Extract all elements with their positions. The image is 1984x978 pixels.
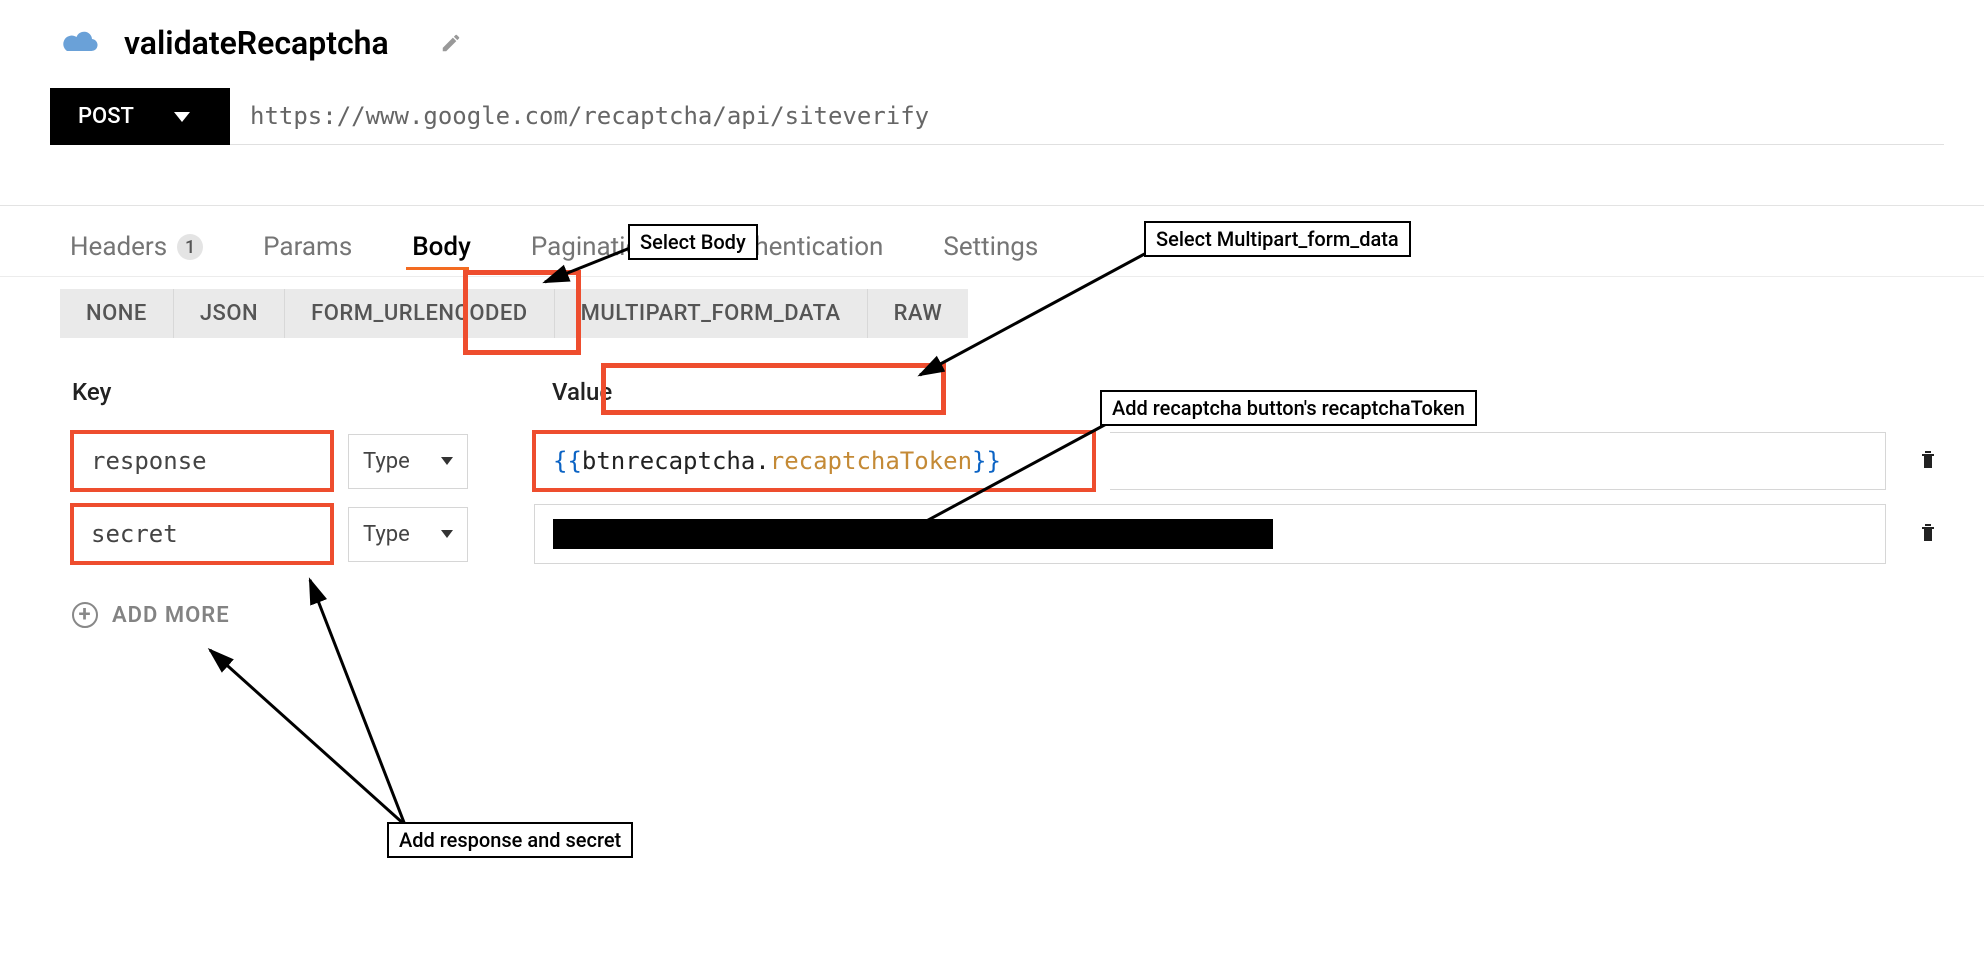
pencil-icon — [440, 32, 462, 54]
add-more-button[interactable]: + ADD MORE — [72, 602, 1944, 628]
binding-open: {{ — [553, 447, 582, 475]
annotation-add-keys: Add response and secret — [387, 822, 633, 858]
binding-property: recaptchaToken — [770, 447, 972, 475]
chevron-down-icon — [441, 530, 453, 538]
chevron-down-icon — [441, 457, 453, 465]
tabs-row: Headers 1 Params Body Pagination Authent… — [0, 206, 1984, 277]
body-type-json[interactable]: JSON — [174, 289, 285, 338]
delete-row-button[interactable] — [1916, 520, 1944, 548]
chevron-down-icon — [174, 112, 190, 122]
annotation-select-multipart: Select Multipart_form_data — [1144, 221, 1411, 257]
edit-title-button[interactable] — [437, 29, 465, 57]
binding-object: btnrecaptcha — [582, 447, 755, 475]
add-more-label: ADD MORE — [112, 603, 230, 628]
trash-icon — [1916, 520, 1940, 544]
column-header-key: Key — [72, 378, 552, 406]
body-type-form-urlencoded[interactable]: FORM_URLENCODED — [285, 289, 555, 338]
tab-label: Settings — [943, 232, 1038, 262]
type-select[interactable]: Type — [348, 507, 468, 562]
plus-icon: + — [72, 602, 98, 628]
type-label: Type — [363, 522, 410, 547]
key-input[interactable]: secret — [72, 505, 332, 563]
http-method-label: POST — [78, 104, 134, 129]
header-row: validateRecaptcha — [0, 0, 1984, 78]
form-data-row: response Type {{btnrecaptcha.recaptchaTo… — [72, 432, 1944, 490]
tab-params[interactable]: Params — [253, 226, 362, 276]
headers-count-badge: 1 — [177, 234, 203, 260]
key-input[interactable]: response — [72, 432, 332, 490]
delete-row-button[interactable] — [1916, 447, 1944, 475]
redacted-value — [553, 519, 1273, 549]
annotation-add-token: Add recaptcha button's recaptchaToken — [1100, 390, 1477, 426]
body-type-multipart[interactable]: MULTIPART_FORM_DATA — [555, 289, 868, 338]
cloud-icon — [60, 27, 100, 59]
tab-label: Body — [412, 232, 471, 262]
form-data-section: Key Value response Type {{btnrecaptcha.r… — [0, 338, 1984, 628]
body-type-raw[interactable]: RAW — [868, 289, 969, 338]
tab-label: Params — [263, 232, 352, 262]
form-data-row: secret Type — [72, 504, 1944, 564]
value-input[interactable] — [534, 504, 1886, 564]
tab-settings[interactable]: Settings — [933, 226, 1048, 276]
tab-headers[interactable]: Headers 1 — [60, 226, 213, 276]
trash-icon — [1916, 447, 1940, 471]
api-title: validateRecaptcha — [124, 24, 389, 62]
binding-close: }} — [972, 447, 1001, 475]
value-input-extension[interactable] — [1110, 432, 1886, 490]
body-type-subtabs: NONE JSON FORM_URLENCODED MULTIPART_FORM… — [60, 289, 968, 338]
url-input[interactable] — [230, 88, 1944, 145]
method-url-row: POST — [50, 88, 1944, 145]
annotation-select-body: Select Body — [628, 224, 758, 260]
tab-body[interactable]: Body — [402, 226, 481, 276]
column-header-value: Value — [552, 378, 612, 406]
body-type-none[interactable]: NONE — [60, 289, 174, 338]
kv-column-headers: Key Value — [72, 378, 1944, 406]
type-select[interactable]: Type — [348, 434, 468, 489]
type-label: Type — [363, 449, 410, 474]
http-method-select[interactable]: POST — [50, 88, 230, 145]
tab-label: Headers — [70, 232, 167, 262]
value-input[interactable]: {{btnrecaptcha.recaptchaToken}} — [534, 432, 1094, 490]
